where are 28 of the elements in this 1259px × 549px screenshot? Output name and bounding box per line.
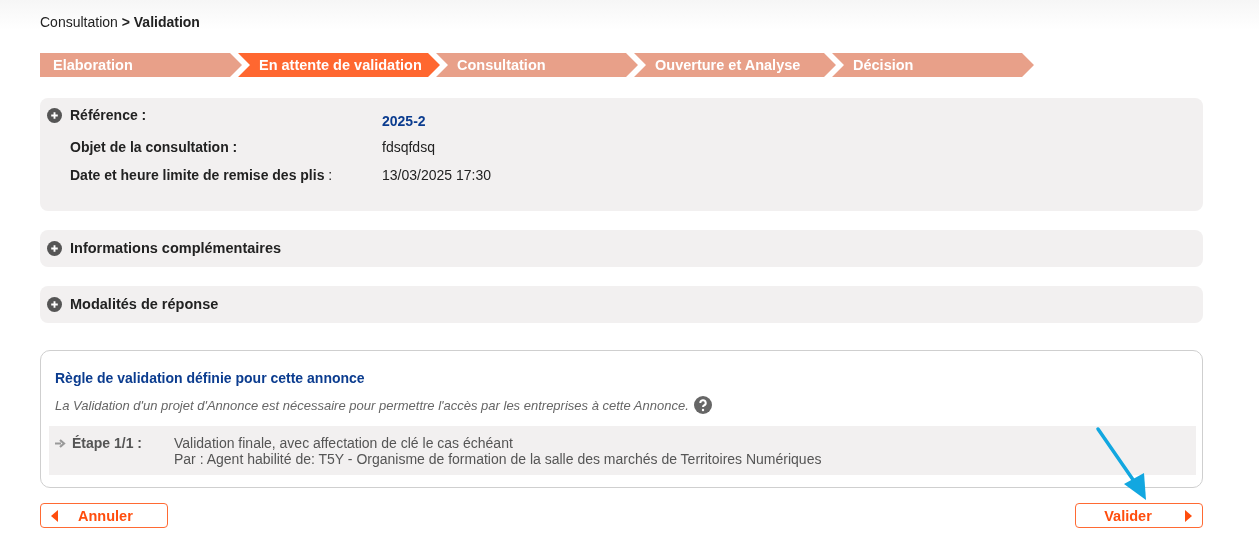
expand-icon[interactable]	[47, 108, 62, 123]
expand-icon[interactable]	[47, 241, 62, 256]
field-value: fdsqfdsq	[382, 138, 435, 155]
caret-left-icon	[51, 509, 58, 522]
collapsible-section[interactable]: Modalités de réponse	[40, 286, 1203, 323]
expand-icon[interactable]	[47, 297, 62, 312]
step-label: Étape 1/1 :	[72, 435, 143, 451]
field-value: 13/03/2025 17:30	[382, 166, 491, 183]
collapsible-section[interactable]: Informations complémentaires	[40, 230, 1203, 267]
rule-title: Règle de validation définie pour cette annonce	[54, 370, 365, 386]
step-description: Validation finale, avec affectation de clé le cas échéant	[174, 435, 513, 451]
process-step: Décision	[832, 53, 1034, 77]
process-step: En attente de validation	[238, 53, 440, 77]
rule-note: La Validation d'un projet d'Annonce est nécessaire pour permettre l'accès par les entreprises à cette Annonce.	[55, 397, 689, 413]
section-title: Informations complémentaires	[70, 240, 282, 256]
step-description: Par : Agent habilité de: T5Y - Organisme de formation de la salle des marchés de Territoires Numériques	[174, 451, 822, 467]
help-icon[interactable]	[693, 396, 712, 414]
field-label: Référence :	[70, 107, 148, 123]
field-value: 2025-2	[382, 112, 426, 129]
process-step: Elaboration	[40, 53, 242, 77]
field-label: Objet de la consultation :	[70, 138, 239, 155]
process-step: Ouverture et Analyse	[634, 53, 836, 77]
arrow-icon	[55, 438, 66, 448]
section-title: Modalités de réponse	[70, 296, 219, 312]
process-step: Consultation	[436, 53, 638, 77]
field-label: Date et heure limite de remise des plis :	[70, 166, 334, 183]
breadcrumb: Consultation > Validation	[40, 14, 200, 30]
caret-right-icon	[1185, 509, 1192, 522]
